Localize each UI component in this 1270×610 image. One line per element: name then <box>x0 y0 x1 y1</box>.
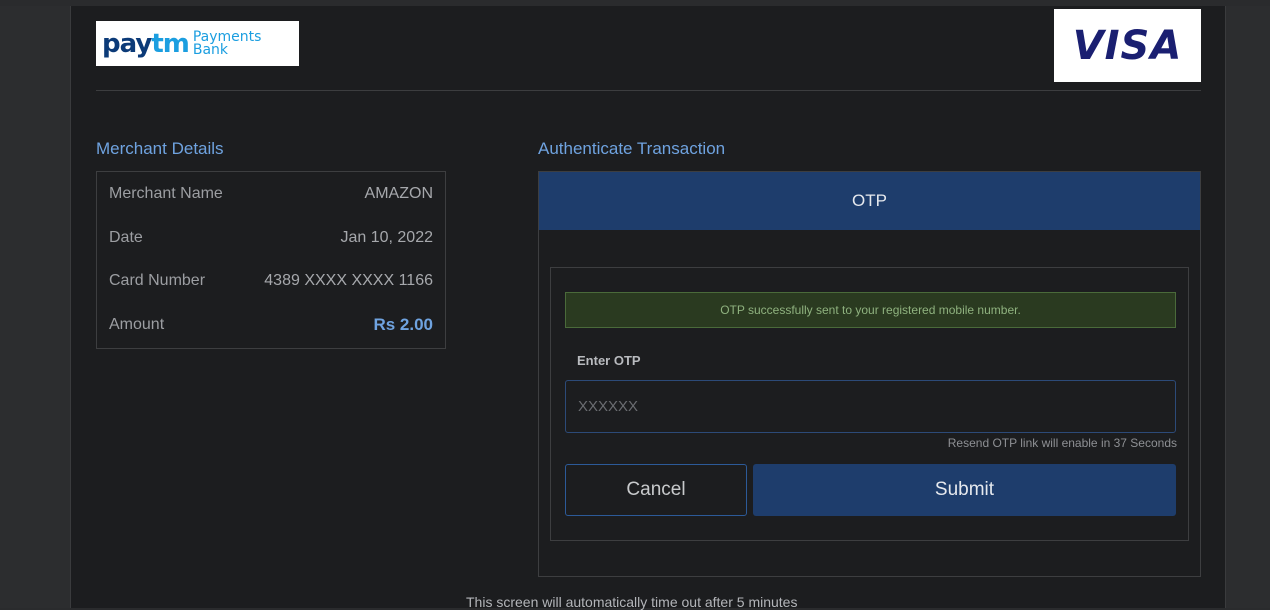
authenticate-transaction-title: Authenticate Transaction <box>538 139 726 158</box>
card-number-label: Card Number <box>109 272 206 289</box>
merchant-row-name: Merchant Name AMAZON <box>109 183 433 205</box>
merchant-row-amount: Amount Rs 2.00 <box>109 314 433 336</box>
paytm-subtitle: Payments Bank <box>192 30 262 58</box>
date-label: Date <box>109 229 143 246</box>
authenticate-box: OTP OTP successfully sent to your regist… <box>538 171 1201 577</box>
date-value: Jan 10, 2022 <box>340 229 433 246</box>
paytm-tm-text: tm <box>151 28 190 59</box>
merchant-details-title: Merchant Details <box>96 139 224 158</box>
header-divider <box>96 90 1201 91</box>
left-margin <box>0 6 70 608</box>
otp-input[interactable] <box>565 380 1176 433</box>
cancel-button[interactable]: Cancel <box>565 464 747 516</box>
merchant-details-box: Merchant Name AMAZON Date Jan 10, 2022 C… <box>96 171 446 349</box>
merchant-name-label: Merchant Name <box>109 185 223 202</box>
visa-logo-text: VISA <box>1072 22 1183 69</box>
paytm-wordmark: paytm <box>102 28 190 59</box>
merchant-name-value: AMAZON <box>364 185 433 202</box>
submit-button[interactable]: Submit <box>753 464 1176 516</box>
card-number-value: 4389 XXXX XXXX 1166 <box>264 272 433 289</box>
otp-tab-header: OTP <box>539 172 1200 230</box>
otp-sent-alert: OTP successfully sent to your registered… <box>565 292 1176 328</box>
visa-logo: VISA <box>1054 9 1201 82</box>
amount-label: Amount <box>109 316 165 333</box>
resend-otp-text: Resend OTP link will enable in 37 Second… <box>947 436 1177 450</box>
paytm-pay-text: pay <box>102 28 152 59</box>
merchant-row-date: Date Jan 10, 2022 <box>109 227 433 249</box>
paytm-sub-line2: Bank <box>192 41 229 58</box>
enter-otp-label: Enter OTP <box>577 353 641 368</box>
right-margin <box>1226 6 1270 608</box>
otp-form-box: OTP successfully sent to your registered… <box>550 267 1189 541</box>
paytm-payments-bank-logo: paytm Payments Bank <box>96 21 299 66</box>
amount-value: Rs 2.00 <box>373 315 433 334</box>
merchant-row-card: Card Number 4389 XXXX XXXX 1166 <box>109 270 433 292</box>
